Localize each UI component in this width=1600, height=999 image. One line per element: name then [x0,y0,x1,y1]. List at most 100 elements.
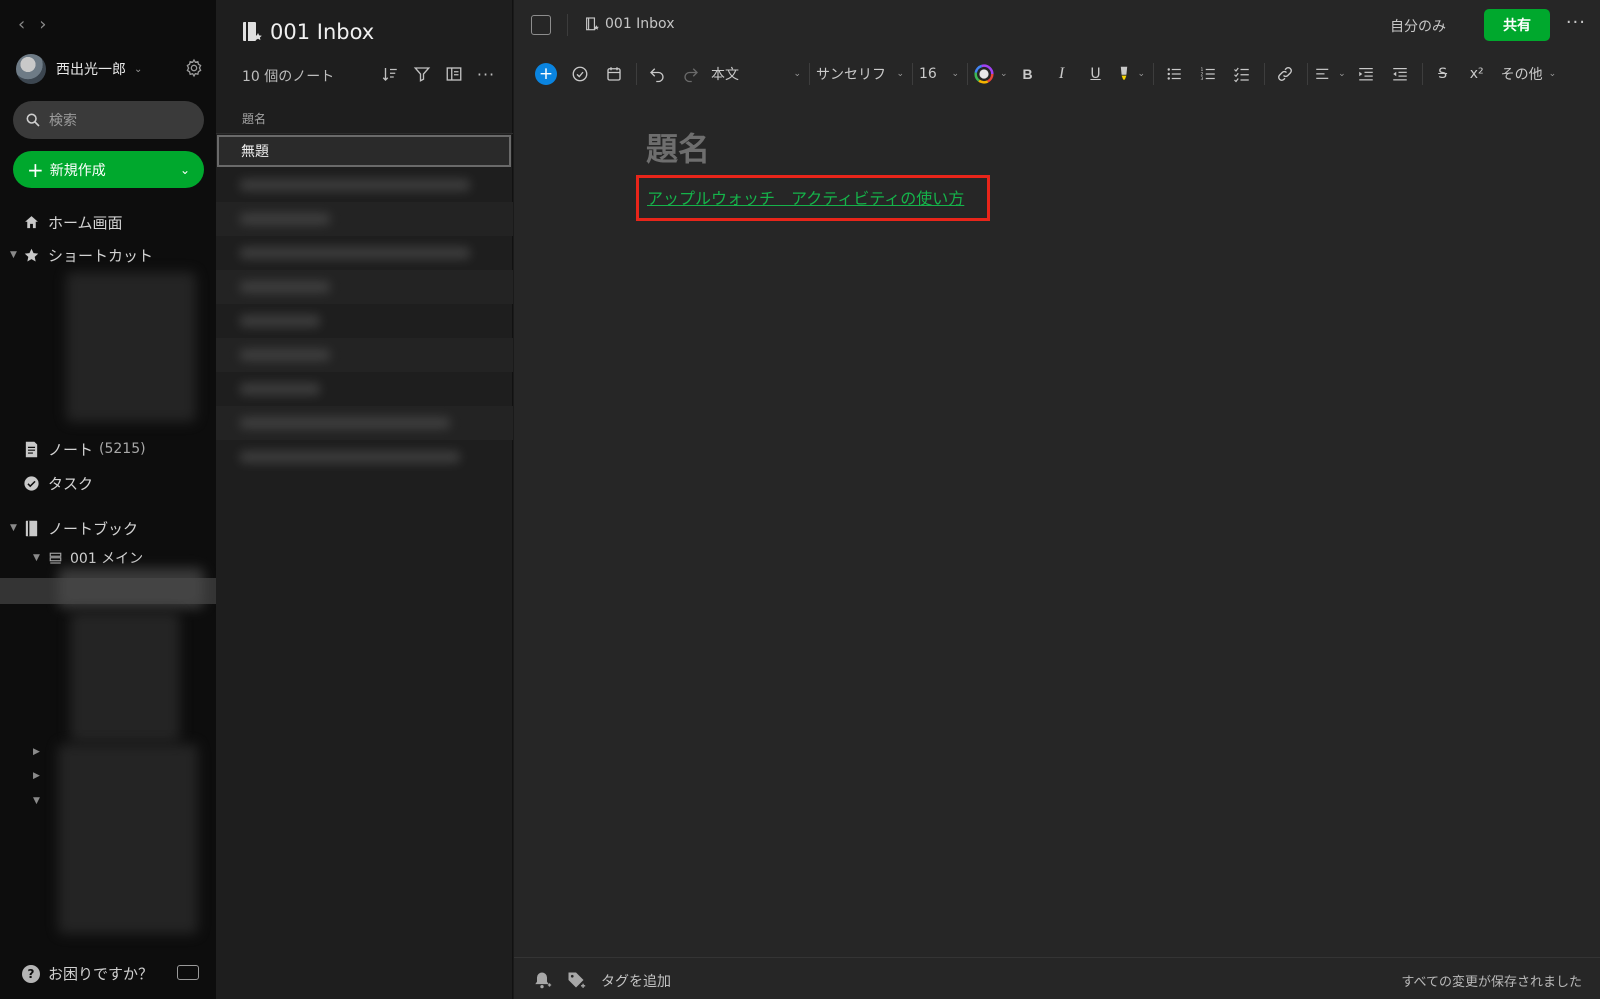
keyboard-icon[interactable] [177,965,199,980]
paragraph-style-value: 本文 [711,67,739,83]
caret-down-icon[interactable]: ▼ [10,523,17,533]
checkbox-tool[interactable] [566,60,594,88]
gear-icon[interactable] [184,58,204,78]
table-row[interactable] [216,270,513,304]
indent-button[interactable] [1352,60,1380,88]
font-family-value: サンセリフ [816,67,886,83]
divider [636,63,637,85]
plus-icon: + [535,63,557,85]
divider [809,63,810,85]
new-note-button[interactable]: + 新規作成 ⌄ [13,151,204,188]
italic-button[interactable]: I [1048,60,1076,88]
reminder-bell-icon[interactable] [532,970,552,990]
superscript-button[interactable]: x² [1463,60,1491,88]
note-list-item-selected[interactable]: 無題 [217,135,511,167]
calendar-icon [607,67,621,81]
undo-icon [650,68,664,83]
paragraph-style-dropdown[interactable]: 本文 ⌄ [711,60,801,88]
notebook-title: 001 Inbox [242,20,374,44]
bold-button[interactable]: B [1014,60,1042,88]
divider [967,63,968,85]
editor-topbar: 001 Inbox 自分のみ 共有 ··· [514,0,1600,50]
bullet-list-button[interactable] [1160,60,1188,88]
more-options-icon[interactable]: ··· [476,64,496,84]
align-button[interactable]: ⌄ [1314,60,1346,88]
add-tag-link[interactable]: タグを追加 [601,971,671,991]
note-editor: 001 Inbox 自分のみ 共有 ··· + 本文 ⌄ サンセリフ ⌄ 16 … [514,0,1600,999]
back-arrow-icon[interactable]: ‹ [18,14,25,35]
more-options-icon[interactable]: ··· [1566,12,1586,33]
help-label: お困りですか？ [48,965,154,983]
note-icon [22,440,40,458]
sidebar-item-notebooks[interactable]: ノートブック [22,516,138,540]
table-row[interactable] [216,202,513,236]
editor-footer: タグを追加 すべての変更が保存されました [514,957,1600,999]
column-header-title[interactable]: 題名 [242,110,266,127]
divider [1264,63,1266,85]
undo-button[interactable] [643,60,671,88]
caret-right-icon[interactable]: ▶ [33,771,40,781]
note-title-input[interactable]: 題名 [646,124,710,170]
caret-right-icon[interactable]: ▶ [33,747,40,757]
numbered-list-button[interactable]: 123 [1194,60,1222,88]
numbered-list-icon: 123 [1201,67,1215,82]
new-note-label: 新規作成 [49,162,106,179]
note-count: (5215) [99,441,146,457]
link-button[interactable] [1271,60,1299,88]
sort-icon[interactable] [380,64,400,84]
font-family-dropdown[interactable]: サンセリフ ⌄ [816,60,904,88]
expand-icon[interactable] [531,15,551,35]
notebook-title-text: 001 Inbox [270,20,375,44]
forward-arrow-icon[interactable]: › [39,14,46,35]
link-icon [1278,67,1293,81]
redo-button[interactable] [677,60,705,88]
caret-down-icon[interactable]: ▼ [10,250,17,260]
help-link[interactable]: ? お困りですか？ [22,963,153,984]
more-formatting-dropdown[interactable]: その他 ⌄ [1501,60,1557,88]
account-switcher[interactable]: 西出光一郎 ⌄ [16,52,204,86]
chevron-down-icon[interactable]: ⌄ [180,163,190,177]
tag-add-icon[interactable] [566,970,586,990]
sidebar-item-notes[interactable]: ノート (5215) [22,437,146,461]
sidebar-item-shortcuts[interactable]: ショートカット [22,243,153,267]
caret-down-icon[interactable]: ▼ [33,553,40,563]
breadcrumb[interactable]: 001 Inbox [586,16,674,32]
sidebar-item-tasks[interactable]: タスク [22,471,93,495]
view-options-icon[interactable] [444,64,464,84]
checklist-button[interactable] [1228,60,1256,88]
note-body-link[interactable]: アップルウォッチ アクティビティの使い方 [647,185,964,209]
divider [567,14,568,36]
star-icon [22,246,40,264]
outdent-button[interactable] [1386,60,1414,88]
table-row[interactable] [216,168,513,202]
caret-down-icon[interactable]: ▼ [33,796,40,806]
share-scope[interactable]: 自分のみ [1390,16,1446,36]
search-icon [26,113,40,127]
sidebar-item-label: 001 メイン [70,551,144,567]
underline-button[interactable]: U [1082,60,1110,88]
table-row[interactable] [216,372,513,406]
table-row[interactable] [216,406,513,440]
highlight-button[interactable]: ⌄ [1116,60,1145,88]
bullet-list-icon [1167,68,1181,80]
redo-icon [684,68,698,83]
strikethrough-button[interactable]: S [1429,60,1457,88]
filter-icon[interactable] [412,64,432,84]
text-color-button[interactable]: ⌄ [974,60,1008,88]
check-circle-icon [572,66,588,82]
font-size-dropdown[interactable]: 16 ⌄ [919,60,959,88]
sidebar-item-stack-main[interactable]: 001 メイン [46,546,143,570]
table-row[interactable] [216,304,513,338]
calendar-tool[interactable] [600,60,628,88]
table-row[interactable] [216,236,513,270]
sidebar-item-home[interactable]: ホーム画面 [22,210,123,234]
search-bar[interactable]: 検索 [13,101,204,139]
share-button[interactable]: 共有 [1484,9,1550,41]
insert-button[interactable]: + [532,60,560,88]
table-row[interactable] [216,440,513,474]
divider [1421,63,1423,85]
highlighter-icon [1120,66,1127,80]
align-left-icon [1316,68,1329,79]
stack-icon [46,549,64,567]
table-row[interactable] [216,338,513,372]
